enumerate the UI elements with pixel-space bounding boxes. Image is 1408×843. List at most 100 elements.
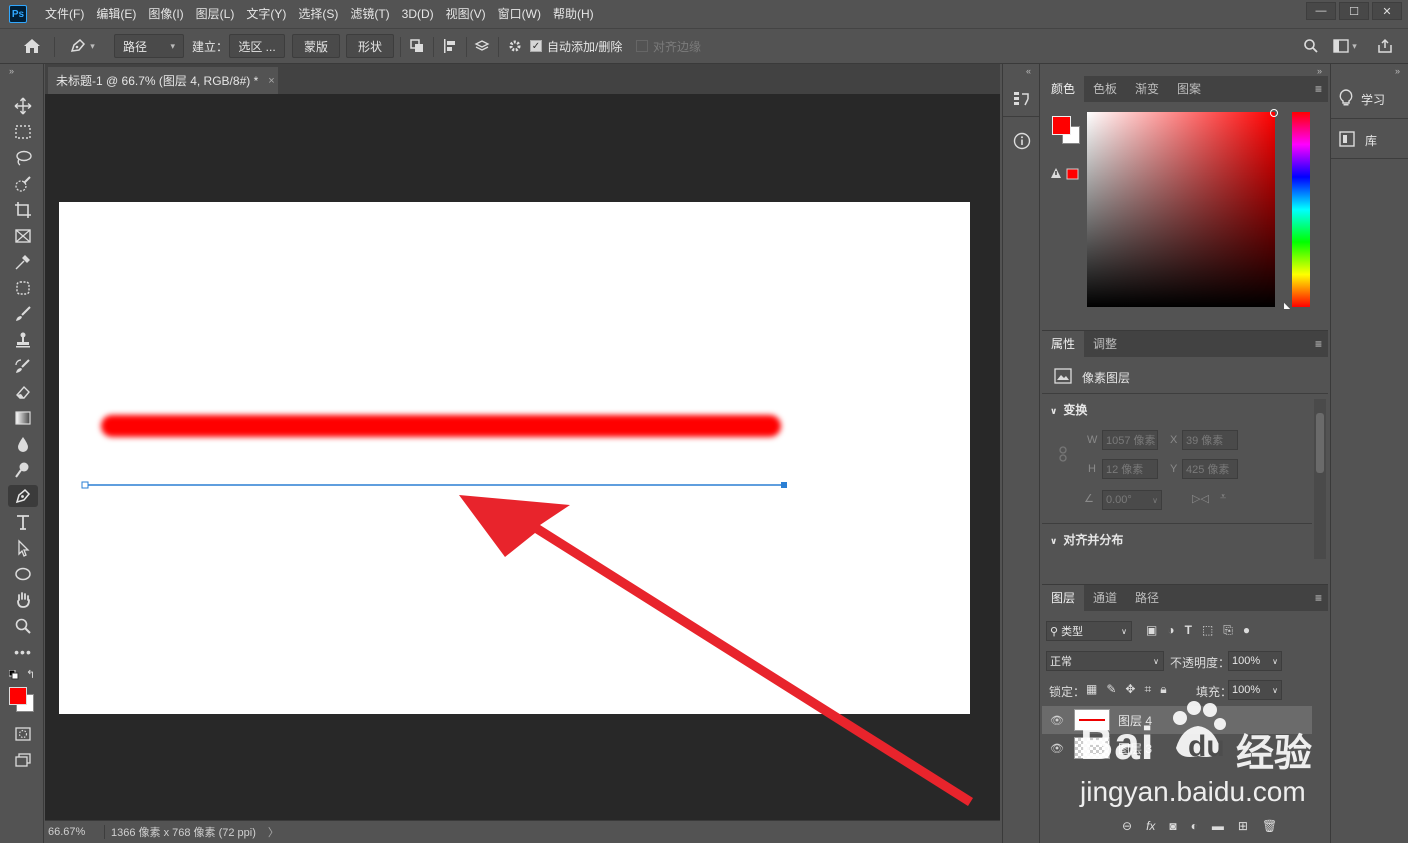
lock-pixels-icon[interactable]: ✎ (1106, 682, 1116, 697)
close-window-button[interactable]: ✕ (1372, 2, 1402, 20)
tab-gradients[interactable]: 渐变 (1126, 76, 1168, 102)
auto-add-delete-option[interactable]: ✓ 自动添加/删除 (530, 34, 622, 58)
hue-slider-handle[interactable]: ◣ (1284, 301, 1290, 310)
lock-position-icon[interactable]: ✥ (1125, 682, 1135, 697)
gamut-warning-icon[interactable] (1051, 168, 1079, 183)
eye-icon[interactable]: 👁︎ (1050, 742, 1066, 755)
new-layer-icon[interactable]: ⊞ (1238, 819, 1248, 833)
eraser-tool-icon[interactable] (8, 381, 38, 403)
menu-image[interactable]: 图像(I) (142, 0, 189, 28)
marquee-tool-icon[interactable] (8, 121, 38, 143)
search-icon[interactable] (1300, 34, 1322, 58)
foreground-color-swatch[interactable] (9, 687, 27, 705)
info-icon[interactable] (1013, 132, 1031, 153)
width-field[interactable]: 1057 像素 (1102, 430, 1158, 450)
collapse-icon[interactable]: » (1395, 66, 1400, 76)
menu-filter[interactable]: 滤镜(T) (344, 0, 395, 28)
history-brush-tool-icon[interactable] (8, 355, 38, 377)
menu-view[interactable]: 视图(V) (440, 0, 492, 28)
dodge-tool-icon[interactable] (8, 459, 38, 481)
tab-adjustments[interactable]: 调整 (1084, 331, 1126, 357)
make-selection-button[interactable]: 选区 ... (229, 34, 285, 58)
hue-slider[interactable] (1292, 112, 1310, 307)
menu-file[interactable]: 文件(F) (39, 0, 90, 28)
ellipse-tool-icon[interactable] (8, 563, 38, 585)
link-layers-icon[interactable]: ⊖ (1122, 819, 1132, 833)
collapse-icon[interactable]: » (9, 66, 14, 76)
document-tab[interactable]: 未标题-1 @ 66.7% (图层 4, RGB/8#) * × (48, 67, 278, 94)
folder-icon[interactable]: ▬ (1212, 819, 1224, 833)
gear-icon[interactable] (504, 34, 526, 58)
filter-pixel-icon[interactable]: ▣ (1146, 623, 1157, 638)
panel-menu-icon[interactable]: ≡ (1315, 83, 1322, 95)
align-distribute-section[interactable]: ∨ 对齐并分布 (1050, 531, 1123, 548)
frame-tool-icon[interactable] (8, 225, 38, 247)
quick-selection-tool-icon[interactable] (8, 173, 38, 195)
fx-icon[interactable]: fx (1146, 819, 1155, 833)
minimize-button[interactable]: — (1306, 2, 1336, 20)
menu-3d[interactable]: 3D(D) (396, 0, 440, 28)
y-field[interactable]: 425 像素 (1182, 459, 1238, 479)
flip-vertical-icon[interactable]: ⩡ (1220, 491, 1226, 504)
x-field[interactable]: 39 像素 (1182, 430, 1238, 450)
clone-stamp-tool-icon[interactable] (8, 329, 38, 351)
workspace-icon[interactable]: ▾ (1330, 34, 1360, 58)
tab-properties[interactable]: 属性 (1042, 331, 1085, 357)
pen-tool-preset-icon[interactable]: ▾ (62, 34, 102, 58)
align-edges-option[interactable]: 对齐边缘 (636, 34, 701, 58)
close-document-icon[interactable]: × (268, 75, 274, 87)
scrollbar-thumb[interactable] (1316, 413, 1324, 473)
menu-type[interactable]: 文字(Y) (240, 0, 292, 28)
document-canvas[interactable] (59, 202, 970, 714)
layer-row[interactable]: 👁︎ 图层 4 (1042, 706, 1312, 734)
align-edges-checkbox[interactable] (636, 40, 648, 52)
path-alignment-icon[interactable] (438, 34, 462, 58)
maximize-button[interactable]: ☐ (1339, 2, 1369, 20)
zoom-level[interactable]: 66.67% (48, 826, 98, 838)
filter-adjustment-icon[interactable]: ◑ (1167, 623, 1174, 638)
flip-horizontal-icon[interactable]: ▷◁ (1192, 492, 1209, 505)
filter-type-icon[interactable]: T (1185, 623, 1192, 638)
gradient-tool-icon[interactable] (8, 407, 38, 429)
lasso-tool-icon[interactable] (8, 147, 38, 169)
screen-mode-icon[interactable] (8, 749, 38, 771)
add-mask-icon[interactable]: ◙ (1169, 819, 1176, 833)
angle-field[interactable]: 0.00° ∨ (1102, 490, 1162, 510)
link-icon[interactable] (1058, 446, 1068, 465)
lock-transparent-icon[interactable]: ▦ (1086, 682, 1097, 697)
eyedropper-tool-icon[interactable] (8, 251, 38, 273)
eye-icon[interactable]: 👁︎ (1050, 714, 1066, 727)
transform-section[interactable]: ∨ 变换 (1050, 401, 1087, 418)
collapse-icon[interactable]: « (1026, 66, 1031, 76)
filter-toggle-icon[interactable]: ● (1243, 623, 1250, 638)
layer-row[interactable]: 👁︎ 图层 3 (1042, 734, 1312, 762)
filter-smart-object-icon[interactable]: ⎘ (1223, 623, 1233, 638)
trash-icon[interactable]: 🗑︎ (1262, 819, 1277, 833)
filter-shape-icon[interactable]: ⬚ (1202, 623, 1213, 638)
history-panel-icon[interactable] (1013, 90, 1031, 111)
brush-tool-icon[interactable] (8, 303, 38, 325)
collapse-icon[interactable]: » (1317, 66, 1322, 76)
path-arrangement-icon[interactable] (470, 34, 494, 58)
make-shape-button[interactable]: 形状 (346, 34, 394, 58)
crop-tool-icon[interactable] (8, 199, 38, 221)
menu-window[interactable]: 窗口(W) (492, 0, 547, 28)
height-field[interactable]: 12 像素 (1102, 459, 1158, 479)
swap-colors-icon[interactable]: ↰ (26, 668, 35, 681)
layer-filter-select[interactable]: ⚲ 类型 ∨ (1046, 621, 1132, 641)
tab-swatches[interactable]: 色板 (1084, 76, 1126, 102)
status-menu-arrow[interactable]: 〉 (268, 824, 279, 840)
library-panel-button[interactable]: 库 (1339, 127, 1401, 153)
path-selection-tool-icon[interactable] (8, 537, 38, 559)
menu-select[interactable]: 选择(S) (292, 0, 344, 28)
tab-paths[interactable]: 路径 (1126, 585, 1168, 611)
auto-add-delete-checkbox[interactable]: ✓ (530, 40, 542, 52)
menu-help[interactable]: 帮助(H) (547, 0, 600, 28)
tab-layers[interactable]: 图层 (1042, 585, 1085, 611)
adjustment-layer-icon[interactable]: ◐ (1191, 819, 1198, 833)
fill-field[interactable]: 100% ∨ (1228, 680, 1282, 700)
opacity-field[interactable]: 100% ∨ (1228, 651, 1282, 671)
properties-scrollbar[interactable] (1314, 399, 1326, 559)
panel-menu-icon[interactable]: ≡ (1315, 592, 1322, 604)
hand-tool-icon[interactable] (8, 589, 38, 611)
